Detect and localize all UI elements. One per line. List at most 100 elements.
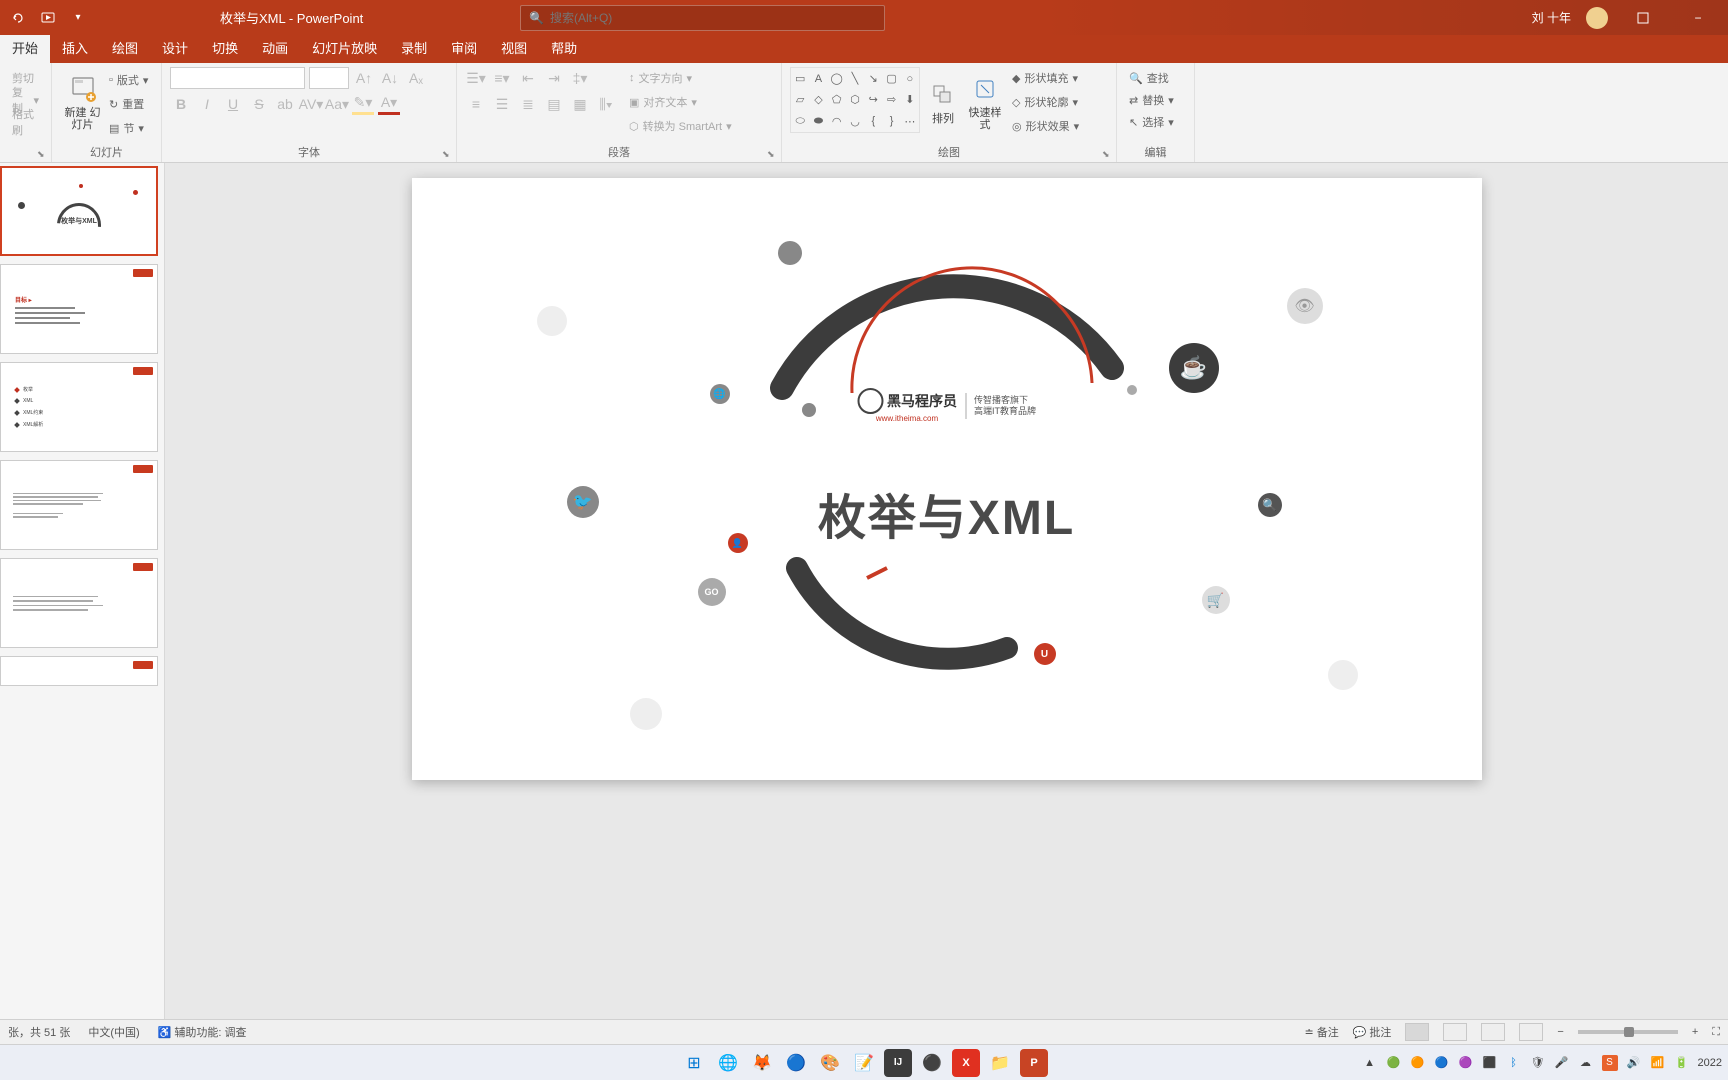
qat-dropdown[interactable]: ▾ [68,8,88,28]
chrome-icon[interactable]: 🔵 [782,1049,810,1077]
clipboard-launcher[interactable]: ⬊ [37,149,47,159]
distributed-button[interactable]: ▦ [569,93,591,115]
character-spacing-button[interactable]: AV▾ [300,93,322,115]
text-direction-button[interactable]: ↕ 文字方向 ▾ [625,67,736,89]
tray-icon[interactable]: 🔵 [1434,1055,1450,1071]
slide-thumbnail-2[interactable]: 目标 ▸ [0,264,158,354]
section-button[interactable]: ▤ 节 ▾ [105,117,152,139]
align-left-button[interactable]: ≡ [465,93,487,115]
security-icon[interactable]: 🛡 [1530,1055,1546,1071]
strikethrough-button[interactable]: S [248,93,270,115]
slide-canvas-area[interactable]: 👁 ☕ 🌐 🐦 👤 GO U 🔍 🛒 黑马程序员 www.it [165,163,1728,1019]
arrange-button[interactable]: 排列 [924,67,962,137]
comments-button[interactable]: 💬 批注 [1353,1024,1392,1040]
highlight-button[interactable]: ✎▾ [352,93,374,115]
zoom-in-button[interactable]: + [1692,1026,1698,1038]
slide-thumbnail-4[interactable] [0,460,158,550]
bluetooth-icon[interactable]: ᛒ [1506,1055,1522,1071]
find-button[interactable]: 🔍 查找 [1125,67,1186,89]
accessibility-button[interactable]: ♿ 辅助功能: 调查 [158,1024,247,1040]
shadow-button[interactable]: ab [274,93,296,115]
decrease-font-icon[interactable]: A↓ [379,67,401,89]
xmind-icon[interactable]: X [952,1049,980,1077]
undo-button[interactable] [8,8,28,28]
slide-thumbnail-1[interactable]: 枚举与XML [0,166,158,256]
columns-button[interactable]: ⫼▾ [595,93,617,115]
edge-icon[interactable]: 🌐 [714,1049,742,1077]
tab-slideshow[interactable]: 幻灯片放映 [300,32,389,63]
zoom-out-button[interactable]: − [1557,1026,1563,1038]
notepad-icon[interactable]: 📝 [850,1049,878,1077]
search-input[interactable] [550,11,876,25]
paint-icon[interactable]: 🎨 [816,1049,844,1077]
quick-styles-button[interactable]: 快速样式 [966,67,1004,137]
intellij-icon[interactable]: IJ [884,1049,912,1077]
shapes-gallery[interactable]: ▭A◯╲↘▢○ ▱◇⬠⬡↪⇨⬇ ⬭⬬◠◡{}⋯ [790,67,920,133]
notes-button[interactable]: ≐ 备注 [1305,1024,1339,1040]
align-text-button[interactable]: ▣ 对齐文本 ▾ [625,91,736,113]
tab-animations[interactable]: 动画 [250,32,300,63]
select-button[interactable]: ↖ 选择 ▾ [1125,111,1186,133]
tab-transitions[interactable]: 切换 [200,32,250,63]
change-case-button[interactable]: Aa▾ [326,93,348,115]
bold-button[interactable]: B [170,93,192,115]
align-right-button[interactable]: ≣ [517,93,539,115]
slide-count-label[interactable]: 张，共 51 张 [8,1024,70,1040]
tab-insert[interactable]: 插入 [50,32,100,63]
tray-icon[interactable]: 🟢 [1386,1055,1402,1071]
user-avatar[interactable] [1586,7,1608,29]
volume-icon[interactable]: 🔊 [1626,1055,1642,1071]
fit-to-window-button[interactable]: ⛶ [1712,1026,1720,1039]
increase-indent-button[interactable]: ⇥ [543,67,565,89]
mic-icon[interactable]: 🎤 [1554,1055,1570,1071]
convert-smartart-button[interactable]: ⬡ 转换为 SmartArt ▾ [625,115,736,137]
numbering-button[interactable]: ≡▾ [491,67,513,89]
slide-thumbnail-5[interactable] [0,558,158,648]
clock-year[interactable]: 2022 [1698,1057,1722,1069]
firefox-icon[interactable]: 🦊 [748,1049,776,1077]
italic-button[interactable]: I [196,93,218,115]
tray-icon[interactable]: ⬛ [1482,1055,1498,1071]
tab-design[interactable]: 设计 [150,32,200,63]
align-center-button[interactable]: ☰ [491,93,513,115]
start-button[interactable]: ⊞ [680,1049,708,1077]
tab-home[interactable]: 开始 [0,32,50,63]
search-box[interactable]: 🔍 [520,5,885,31]
slide-thumbnail-6[interactable] [0,656,158,686]
ime-icon[interactable]: S [1602,1055,1618,1071]
tray-icon[interactable]: ▲ [1362,1055,1378,1071]
normal-view-button[interactable] [1405,1023,1429,1041]
language-label[interactable]: 中文(中国) [88,1024,139,1040]
increase-font-icon[interactable]: A↑ [353,67,375,89]
ribbon-display-options[interactable] [1623,3,1663,33]
reset-button[interactable]: ↻ 重置 [105,93,152,115]
slideshow-view-button[interactable] [1519,1023,1543,1041]
bullets-button[interactable]: ☰▾ [465,67,487,89]
new-slide-button[interactable]: 新建 幻灯片 [60,67,105,137]
justify-button[interactable]: ▤ [543,93,565,115]
font-color-button[interactable]: A▾ [378,93,400,115]
obs-icon[interactable]: ⚫ [918,1049,946,1077]
tray-icon[interactable]: 🟠 [1410,1055,1426,1071]
replace-button[interactable]: ⇄ 替换 ▾ [1125,89,1186,111]
battery-icon[interactable]: 🔋 [1674,1055,1690,1071]
powerpoint-icon[interactable]: P [1020,1049,1048,1077]
current-slide[interactable]: 👁 ☕ 🌐 🐦 👤 GO U 🔍 🛒 黑马程序员 www.it [412,178,1482,780]
font-launcher[interactable]: ⬊ [442,149,452,159]
tab-help[interactable]: 帮助 [539,32,589,63]
tab-review[interactable]: 审阅 [439,32,489,63]
slide-thumbnail-3[interactable]: 枚举 XML XML约束 XML解析 [0,362,158,452]
underline-button[interactable]: U [222,93,244,115]
wifi-icon[interactable]: 📶 [1650,1055,1666,1071]
file-explorer-icon[interactable]: 📁 [986,1049,1014,1077]
slide-thumbnail-panel[interactable]: 枚举与XML 目标 ▸ 枚举 XML XML约束 [0,163,165,1019]
line-spacing-button[interactable]: ‡▾ [569,67,591,89]
font-size-select[interactable] [309,67,349,89]
tab-draw[interactable]: 绘图 [100,32,150,63]
layout-button[interactable]: ▫ 版式 ▾ [105,69,152,91]
decrease-indent-button[interactable]: ⇤ [517,67,539,89]
reading-view-button[interactable] [1481,1023,1505,1041]
slide-sorter-view-button[interactable] [1443,1023,1467,1041]
shape-fill-button[interactable]: ◆ 形状填充 ▾ [1008,67,1083,89]
format-painter-button[interactable]: 格式刷 [8,111,43,133]
